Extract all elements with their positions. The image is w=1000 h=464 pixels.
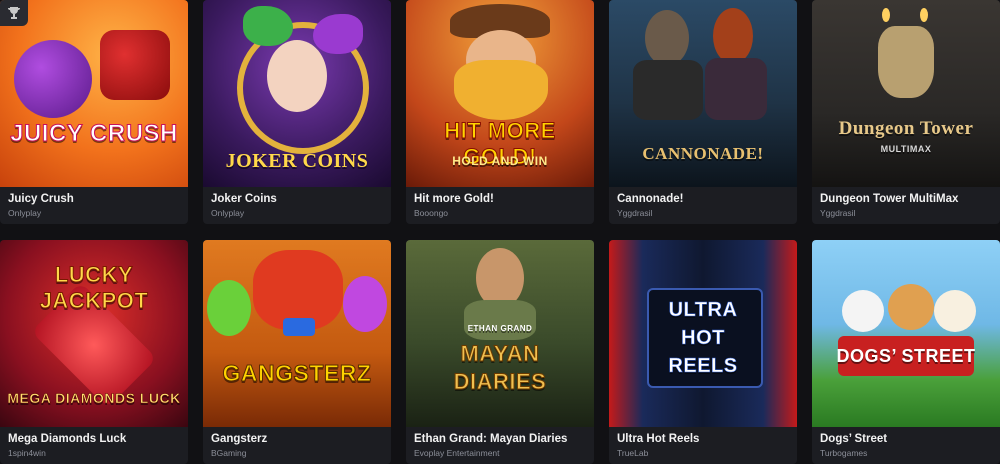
game-title: Gangsterz — [211, 433, 268, 445]
game-art-title: JUICY CRUSH — [10, 120, 178, 148]
game-provider: Yggdrasil — [820, 208, 856, 218]
game-card-juicy-crush[interactable]: JUICY CRUSH Juicy Crush Onlyplay — [0, 0, 188, 224]
game-art-title: MAYAN DIARIES — [453, 341, 547, 395]
game-provider: Booongo — [414, 208, 449, 218]
game-thumbnail[interactable]: JUICY CRUSH — [0, 0, 188, 187]
game-title: Hit more Gold! — [414, 193, 494, 205]
game-provider: TrueLab — [617, 448, 649, 458]
game-title: Cannonade! — [617, 193, 684, 205]
game-art-subtitle: MEGA DIAMONDS LUCK — [7, 390, 181, 407]
game-provider: Onlyplay — [8, 208, 42, 218]
game-card-hit-more-gold[interactable]: HIT MORE GOLD! HOLD AND WIN Hit more Gol… — [406, 0, 594, 224]
game-art-title: DOGS’ STREET — [836, 346, 976, 366]
game-thumbnail[interactable]: LUCKY JACKPOT MEGA DIAMONDS LUCK — [0, 240, 188, 427]
game-thumbnail[interactable]: GANGSTERZ — [203, 240, 391, 427]
game-card-joker-coins[interactable]: JOKER COINS Joker Coins Onlyplay — [203, 0, 391, 224]
game-provider: Evoplay Entertainment — [414, 448, 500, 458]
game-card-mayan-diaries[interactable]: ETHAN GRAND MAYAN DIARIES Ethan Grand: M… — [406, 240, 594, 464]
game-thumbnail[interactable]: ETHAN GRAND MAYAN DIARIES — [406, 240, 594, 427]
game-title: Dogs’ Street — [820, 433, 888, 445]
game-card-dungeon-tower[interactable]: Dungeon Tower MULTIMAX Dungeon Tower Mul… — [812, 0, 1000, 224]
game-title: Ethan Grand: Mayan Diaries — [414, 433, 568, 445]
game-card-mega-diamonds-luck[interactable]: LUCKY JACKPOT MEGA DIAMONDS LUCK Mega Di… — [0, 240, 188, 464]
game-art-title: CANNONADE! — [642, 144, 764, 163]
game-card-ultra-hot-reels[interactable]: ULTRA HOT REELS Ultra Hot Reels TrueLab — [609, 240, 797, 464]
game-art-title: Dungeon Tower — [838, 118, 974, 139]
game-provider: Yggdrasil — [617, 208, 653, 218]
game-provider: BGaming — [211, 448, 247, 458]
game-art-title: GANGSTERZ — [222, 360, 372, 387]
game-title: Mega Diamonds Luck — [8, 433, 127, 445]
game-art-title: LUCKY JACKPOT — [39, 262, 149, 314]
game-art-subtitle: MULTIMAX — [880, 144, 932, 154]
game-title: Joker Coins — [211, 193, 277, 205]
game-title: Juicy Crush — [8, 193, 74, 205]
game-grid: JUICY CRUSH Juicy Crush Onlyplay JOKER C… — [0, 0, 1000, 464]
game-thumbnail[interactable]: CANNONADE! — [609, 0, 797, 187]
game-title: Ultra Hot Reels — [617, 433, 700, 445]
trophy-icon — [0, 0, 28, 26]
game-provider: Onlyplay — [211, 208, 245, 218]
game-thumbnail[interactable]: Dungeon Tower MULTIMAX — [812, 0, 1000, 187]
game-card-dogs-street[interactable]: DOGS’ STREET Dogs’ Street Turbogames — [812, 240, 1000, 464]
game-art-title: ULTRA HOT REELS — [668, 299, 738, 378]
game-art-subtitle: ETHAN GRAND — [467, 324, 533, 333]
game-thumbnail[interactable]: DOGS’ STREET — [812, 240, 1000, 427]
game-provider: 1spin4win — [8, 448, 46, 458]
game-provider: Turbogames — [820, 448, 868, 458]
game-thumbnail[interactable]: ULTRA HOT REELS — [609, 240, 797, 427]
game-art-title: JOKER COINS — [225, 150, 369, 172]
game-thumbnail[interactable]: HIT MORE GOLD! HOLD AND WIN — [406, 0, 594, 187]
game-art-subtitle: HOLD AND WIN — [452, 154, 548, 168]
game-card-cannonade[interactable]: CANNONADE! Cannonade! Yggdrasil — [609, 0, 797, 224]
game-card-gangsterz[interactable]: GANGSTERZ Gangsterz BGaming — [203, 240, 391, 464]
game-title: Dungeon Tower MultiMax — [820, 193, 959, 205]
game-thumbnail[interactable]: JOKER COINS — [203, 0, 391, 187]
